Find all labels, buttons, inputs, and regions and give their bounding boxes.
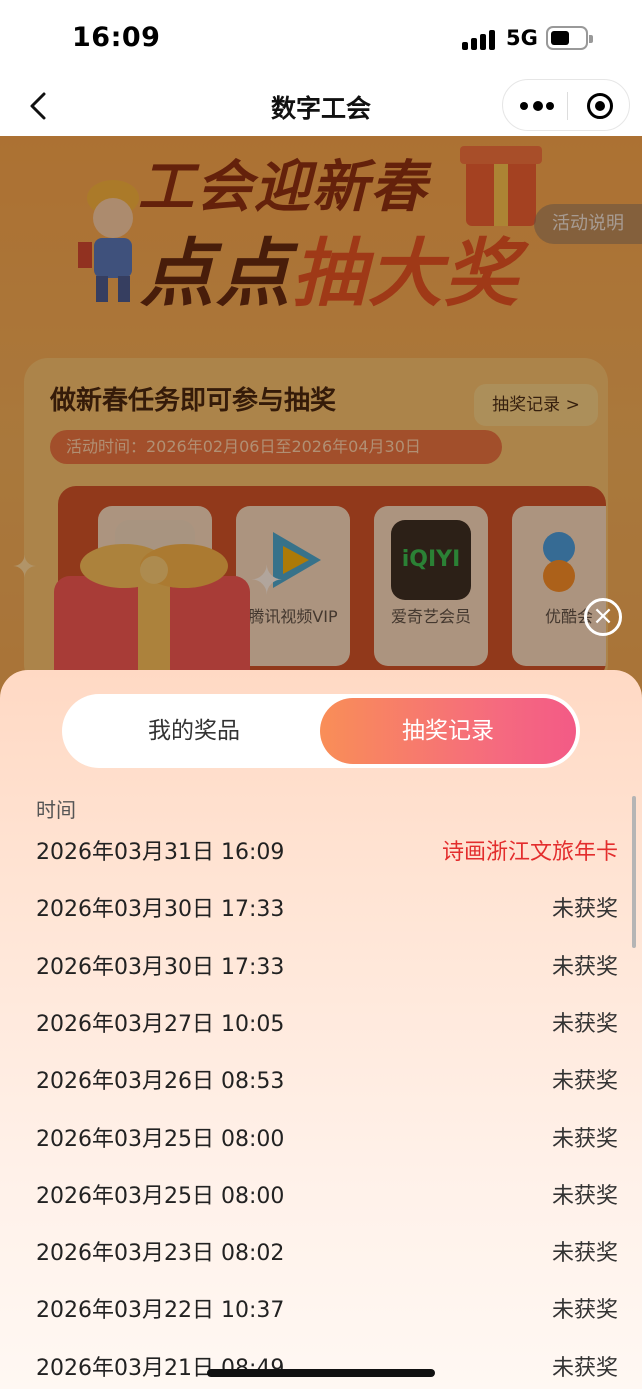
signal-icon	[462, 28, 496, 50]
mini-program-capsule	[502, 79, 630, 131]
record-time: 2026年03月25日 08:00	[36, 1183, 285, 1209]
prize-sheet: 我的奖品 抽奖记录 时间 2026年03月31日 16:09 诗画浙江文旅年卡 20…	[0, 670, 642, 1389]
record-time: 2026年03月30日 17:33	[36, 897, 285, 923]
record-row: 2026年03月25日 08:00 未获奖	[0, 1115, 642, 1172]
close-icon[interactable]: ×	[584, 598, 622, 636]
record-row: 2026年03月26日 08:53 未获奖	[0, 1057, 642, 1114]
record-time: 2026年03月30日 17:33	[36, 954, 285, 980]
tab-draw-records[interactable]: 抽奖记录	[320, 698, 576, 764]
record-result: 诗画浙江文旅年卡	[441, 840, 618, 865]
record-result: 未获奖	[551, 1011, 618, 1037]
record-row: 2026年03月30日 17:33 未获奖	[0, 943, 642, 1000]
record-time: 2026年03月23日 08:02	[36, 1241, 285, 1267]
record-time: 2026年03月27日 10:05	[36, 1011, 285, 1037]
record-row: 2026年03月23日 08:02 未获奖	[0, 1229, 642, 1286]
battery-icon	[546, 26, 593, 50]
record-row: 2026年03月31日 16:09 诗画浙江文旅年卡	[0, 828, 642, 885]
close-miniprogram-icon[interactable]	[587, 93, 613, 119]
network-type: 5G	[506, 26, 538, 50]
status-bar: 16:09 5G	[0, 0, 642, 76]
home-indicator[interactable]	[207, 1369, 435, 1377]
record-time: 2026年03月22日 10:37	[36, 1298, 285, 1324]
nav-bar: 数字工会	[0, 76, 642, 136]
record-result: 未获奖	[551, 954, 618, 980]
record-result: 未获奖	[551, 1241, 618, 1267]
more-icon[interactable]	[520, 99, 554, 113]
scrollbar[interactable]	[632, 796, 636, 948]
record-row: 2026年03月21日 08:49 未获奖	[0, 1344, 642, 1389]
record-result: 未获奖	[551, 897, 618, 923]
record-time: 2026年03月26日 08:53	[36, 1069, 285, 1095]
tab-my-prizes[interactable]: 我的奖品	[66, 698, 322, 764]
status-time: 16:09	[72, 22, 161, 53]
record-result: 未获奖	[551, 1183, 618, 1209]
record-time: 2026年03月25日 08:00	[36, 1126, 285, 1152]
record-result: 未获奖	[551, 1126, 618, 1152]
record-result: 未获奖	[551, 1298, 618, 1324]
record-time: 2026年03月31日 16:09	[36, 840, 285, 865]
column-header-time: 时间	[36, 798, 76, 822]
record-row: 2026年03月25日 08:00 未获奖	[0, 1172, 642, 1229]
sheet-tab-bar: 我的奖品 抽奖记录	[62, 694, 580, 768]
record-result: 未获奖	[551, 1069, 618, 1095]
record-result: 未获奖	[551, 1355, 618, 1381]
record-row: 2026年03月22日 10:37 未获奖	[0, 1286, 642, 1343]
record-row: 2026年03月30日 17:33 未获奖	[0, 885, 642, 942]
record-row: 2026年03月27日 10:05 未获奖	[0, 1000, 642, 1057]
